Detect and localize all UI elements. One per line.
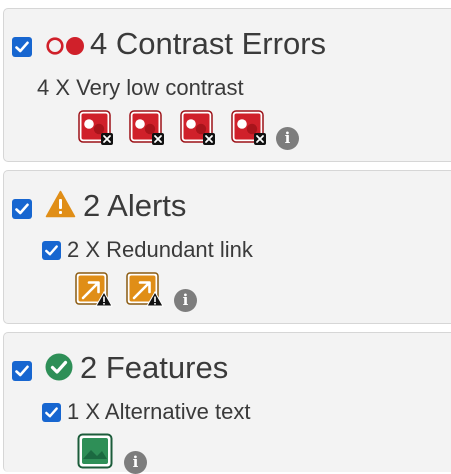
contrast-errors-panel: 4 Contrast Errors 4 X Very low contrast … <box>3 8 451 162</box>
redundant-link-icon[interactable] <box>126 272 164 307</box>
contrast-error-icon[interactable] <box>129 110 164 145</box>
alt-text-icon[interactable] <box>77 433 113 469</box>
very-low-contrast-label: 4 X Very low contrast <box>37 75 244 100</box>
alerts-heading: 2 Alerts <box>83 188 187 223</box>
redundant-link-icon[interactable] <box>75 272 113 307</box>
contrast-error-icon[interactable] <box>180 110 215 145</box>
alternative-text-checkbox[interactable] <box>42 403 61 422</box>
alternative-text-label: 1 X Alternative text <box>67 399 251 424</box>
contrast-error-icon <box>46 37 84 55</box>
redundant-link-label: 2 X Redundant link <box>67 237 253 262</box>
redundant-link-checkbox[interactable] <box>42 241 61 260</box>
contrast-errors-heading: 4 Contrast Errors <box>90 26 327 61</box>
info-icon[interactable]: i <box>174 289 197 312</box>
features-heading: 2 Features <box>80 350 229 385</box>
alerts-panel: 2 Alerts 2 X Redundant link i <box>3 170 451 324</box>
contrast-error-icon[interactable] <box>78 110 113 145</box>
warning-triangle-icon <box>45 190 76 218</box>
features-checkbox[interactable] <box>12 361 32 381</box>
check-circle-icon <box>45 353 73 381</box>
alerts-checkbox[interactable] <box>12 199 32 219</box>
contrast-errors-checkbox[interactable] <box>12 37 32 57</box>
info-icon[interactable]: i <box>124 451 147 474</box>
features-panel: 2 Features 1 X Alternative text i <box>3 332 451 474</box>
info-icon[interactable]: i <box>276 127 299 150</box>
contrast-error-icon[interactable] <box>231 110 266 145</box>
